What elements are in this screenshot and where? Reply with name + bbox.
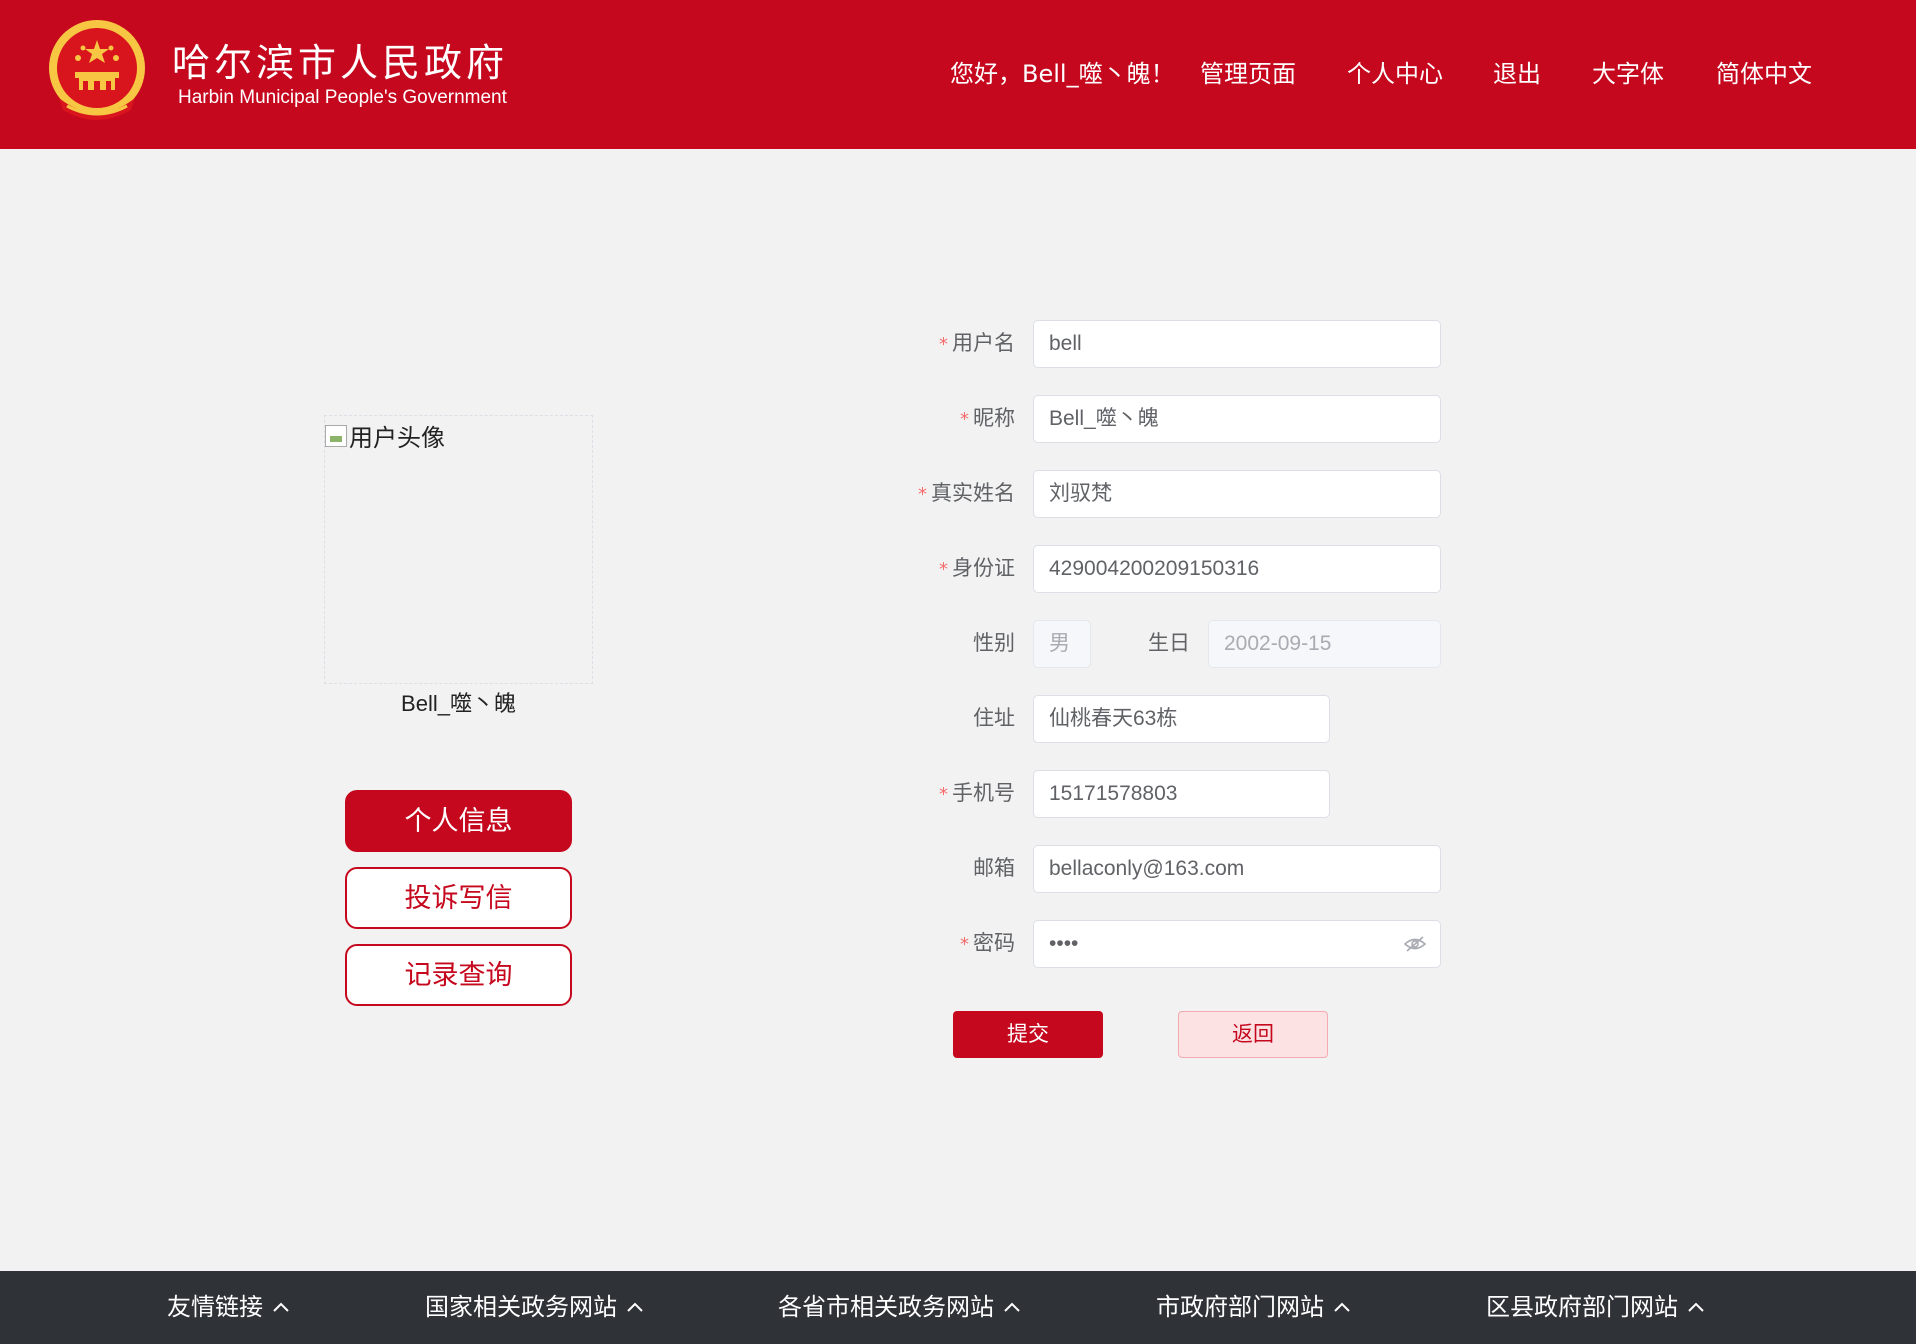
nav-personal-center[interactable]: 个人中心 — [1347, 56, 1443, 92]
footer-link-label: 市政府部门网站 — [1156, 1293, 1324, 1321]
personal-info-button[interactable]: 个人信息 — [345, 790, 572, 852]
nav-large-font[interactable]: 大字体 — [1592, 56, 1664, 92]
footer-link-provincial-sites[interactable]: 各省市相关政务网站 — [778, 1289, 1022, 1325]
record-query-button[interactable]: 记录查询 — [345, 944, 572, 1006]
chevron-up-icon — [627, 1302, 643, 1312]
realname-field[interactable]: 刘驭梵 — [1033, 470, 1441, 518]
complaint-letter-button[interactable]: 投诉写信 — [345, 867, 572, 929]
site-header: 哈尔滨市人民政府 Harbin Municipal People's Gover… — [0, 0, 1916, 149]
chevron-up-icon — [1334, 1302, 1350, 1312]
email-field[interactable]: bellaconly@163.com — [1033, 845, 1441, 893]
site-title: 哈尔滨市人民政府 — [172, 41, 509, 85]
site-footer: 友情链接 国家相关政务网站 各省市相关政务网站 市政府部门网站 区县政府部门网站 — [0, 1271, 1916, 1344]
avatar-alt-label: 用户头像 — [349, 424, 445, 452]
back-button[interactable]: 返回 — [1178, 1011, 1328, 1058]
password-value: •••• — [1049, 932, 1079, 955]
footer-link-friendly-links[interactable]: 友情链接 — [167, 1289, 291, 1325]
footer-link-label: 国家相关政务网站 — [425, 1293, 617, 1321]
footer-link-label: 区县政府部门网站 — [1486, 1293, 1678, 1321]
site-subtitle: Harbin Municipal People's Government — [178, 87, 507, 108]
nickname-label: * 昵称 — [960, 406, 1015, 430]
address-label: 住址 — [973, 706, 1015, 730]
national-emblem-icon — [49, 20, 145, 120]
nav-logout[interactable]: 退出 — [1493, 56, 1541, 92]
password-field[interactable]: •••• — [1033, 920, 1441, 968]
phone-label: * 手机号 — [939, 781, 1015, 805]
chevron-up-icon — [273, 1302, 289, 1312]
broken-image-icon — [325, 424, 347, 447]
chevron-up-icon — [1004, 1302, 1020, 1312]
gender-label: 性别 — [973, 631, 1015, 655]
phone-field[interactable]: 15171578803 — [1033, 770, 1330, 818]
username-field[interactable]: bell — [1033, 320, 1441, 368]
footer-link-municipal-sites[interactable]: 市政府部门网站 — [1156, 1289, 1352, 1325]
footer-link-national-sites[interactable]: 国家相关政务网站 — [425, 1289, 645, 1325]
chevron-up-icon — [1688, 1302, 1704, 1312]
avatar-alt-text: 用户头像 — [325, 418, 445, 453]
user-greeting: 您好，Bell_噬丶魄！ — [950, 60, 1175, 88]
address-field[interactable]: 仙桃春天63栋 — [1033, 695, 1330, 743]
profile-name: Bell_噬丶魄 — [401, 691, 516, 716]
footer-link-label: 各省市相关政务网站 — [778, 1293, 994, 1321]
username-label: * 用户名 — [939, 331, 1015, 355]
avatar[interactable]: 用户头像 — [324, 415, 593, 684]
nav-admin-page[interactable]: 管理页面 — [1200, 56, 1296, 92]
nav-language[interactable]: 简体中文 — [1716, 56, 1812, 92]
hide-password-icon[interactable] — [1404, 935, 1426, 953]
realname-label: * 真实姓名 — [918, 481, 1015, 505]
birthday-label: 生日 — [1148, 631, 1190, 655]
password-label: * 密码 — [960, 931, 1015, 955]
nickname-field[interactable]: Bell_噬丶魄 — [1033, 395, 1441, 443]
idcard-field[interactable]: 429004200209150316 — [1033, 545, 1441, 593]
birthday-field: 2002-09-15 — [1208, 620, 1441, 668]
footer-link-label: 友情链接 — [167, 1293, 263, 1321]
idcard-label: * 身份证 — [939, 556, 1015, 580]
email-label: 邮箱 — [973, 856, 1015, 880]
submit-button[interactable]: 提交 — [953, 1011, 1103, 1058]
footer-link-district-sites[interactable]: 区县政府部门网站 — [1486, 1289, 1706, 1325]
